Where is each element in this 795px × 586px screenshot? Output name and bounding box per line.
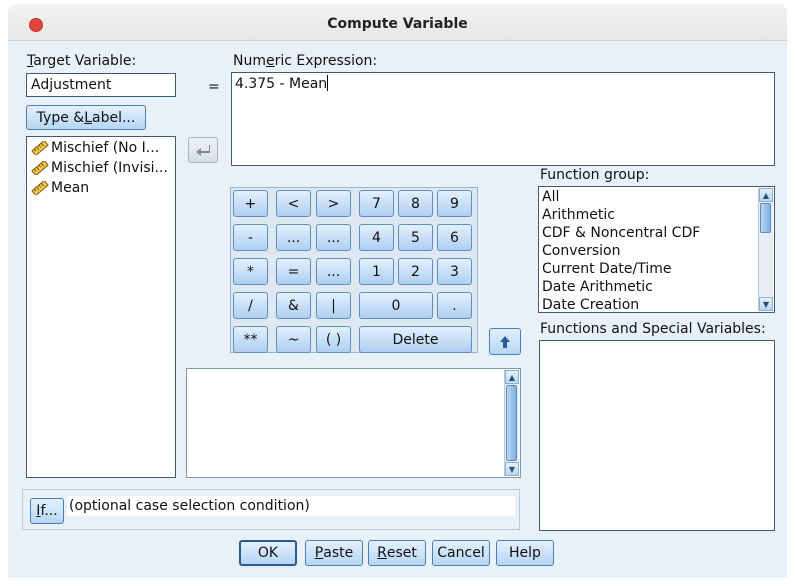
- key-not[interactable]: ~: [276, 326, 311, 353]
- scale-variable-icon: [31, 181, 49, 195]
- scroll-thumb[interactable]: [760, 203, 771, 233]
- move-function-button[interactable]: [489, 328, 521, 355]
- function-description: ▲ ▼: [186, 368, 521, 478]
- description-scrollbar[interactable]: ▲ ▼: [504, 370, 519, 476]
- move-variable-button[interactable]: [188, 137, 218, 163]
- key-equals[interactable]: =: [276, 258, 311, 285]
- key-or[interactable]: |: [316, 292, 351, 319]
- title-bar: Compute Variable: [8, 4, 787, 41]
- scroll-down-icon[interactable]: ▼: [759, 297, 773, 311]
- key-2[interactable]: 2: [398, 258, 433, 285]
- list-item[interactable]: Mischief (Invisi...: [27, 158, 175, 178]
- key-divide[interactable]: /: [233, 292, 268, 319]
- key-not-equal[interactable]: ...: [316, 258, 351, 285]
- function-group-item[interactable]: Current Date/Time: [542, 260, 700, 278]
- text-caret: [327, 75, 329, 91]
- help-button[interactable]: Help: [496, 540, 554, 566]
- key-delete[interactable]: Delete: [359, 326, 472, 353]
- if-button[interactable]: If...: [30, 498, 64, 524]
- key-plus[interactable]: +: [233, 190, 268, 217]
- equals-sign: =: [208, 79, 220, 95]
- list-item[interactable]: Mischief (No I...: [27, 138, 175, 158]
- key-multiply[interactable]: *: [233, 258, 268, 285]
- paste-button[interactable]: Paste: [305, 540, 363, 566]
- function-group-item[interactable]: Conversion: [542, 242, 700, 260]
- key-parentheses[interactable]: ( ): [316, 326, 351, 353]
- key-minus[interactable]: -: [233, 224, 268, 251]
- target-variable-label: Target Variable:: [27, 53, 137, 69]
- key-6[interactable]: 6: [437, 224, 472, 251]
- functions-special-label: Functions and Special Variables:: [540, 321, 766, 337]
- key-9[interactable]: 9: [437, 190, 472, 217]
- key-less-than[interactable]: <: [276, 190, 311, 217]
- compute-variable-dialog: Compute Variable Target Variable: Adjust…: [0, 0, 795, 586]
- key-and[interactable]: &: [276, 292, 311, 319]
- arrow-left-icon: [196, 145, 210, 156]
- function-group-item[interactable]: Date Creation: [542, 296, 700, 312]
- cancel-button[interactable]: Cancel: [432, 540, 490, 566]
- function-group-list[interactable]: All Arithmetic CDF & Noncentral CDF Conv…: [538, 186, 775, 313]
- function-group-item[interactable]: CDF & Noncentral CDF: [542, 224, 700, 242]
- scale-variable-icon: [31, 141, 49, 155]
- key-8[interactable]: 8: [398, 190, 433, 217]
- function-group-item[interactable]: All: [542, 188, 700, 206]
- ok-button[interactable]: OK: [239, 540, 297, 566]
- key-power[interactable]: **: [233, 326, 268, 353]
- numeric-expression-label: Numeric Expression:: [233, 53, 378, 69]
- list-item[interactable]: Mean: [27, 178, 175, 198]
- key-7[interactable]: 7: [359, 190, 394, 217]
- key-3[interactable]: 3: [437, 258, 472, 285]
- scroll-up-icon[interactable]: ▲: [505, 370, 519, 384]
- functions-special-list[interactable]: [539, 340, 775, 531]
- reset-button[interactable]: Reset: [368, 540, 426, 566]
- scale-variable-icon: [31, 161, 49, 175]
- arrow-up-icon: [500, 335, 510, 348]
- target-variable-input[interactable]: Adjustment: [26, 73, 176, 97]
- key-less-equal[interactable]: ...: [276, 224, 311, 251]
- function-group-label: Function group:: [540, 167, 650, 183]
- key-1[interactable]: 1: [359, 258, 394, 285]
- function-group-item[interactable]: Date Arithmetic: [542, 278, 700, 296]
- type-label-button[interactable]: Type & Label...: [26, 105, 146, 130]
- function-group-item[interactable]: Arithmetic: [542, 206, 700, 224]
- scroll-up-icon[interactable]: ▲: [759, 188, 773, 202]
- scroll-thumb[interactable]: [506, 385, 517, 461]
- window-title: Compute Variable: [327, 16, 468, 32]
- numeric-expression-input[interactable]: 4.375 - Mean: [231, 72, 775, 166]
- key-greater-equal[interactable]: ...: [316, 224, 351, 251]
- key-5[interactable]: 5: [398, 224, 433, 251]
- key-decimal[interactable]: .: [437, 292, 472, 319]
- if-condition-text: (optional case selection condition): [67, 496, 515, 516]
- function-group-scrollbar[interactable]: ▲ ▼: [758, 188, 773, 311]
- key-4[interactable]: 4: [359, 224, 394, 251]
- scroll-down-icon[interactable]: ▼: [505, 462, 519, 476]
- variable-list[interactable]: Mischief (No I... Mischief (Invisi... Me…: [26, 136, 176, 478]
- key-0[interactable]: 0: [359, 292, 433, 319]
- key-greater-than[interactable]: >: [316, 190, 351, 217]
- dialog-body: Target Variable: Adjustment = Numeric Ex…: [8, 41, 787, 578]
